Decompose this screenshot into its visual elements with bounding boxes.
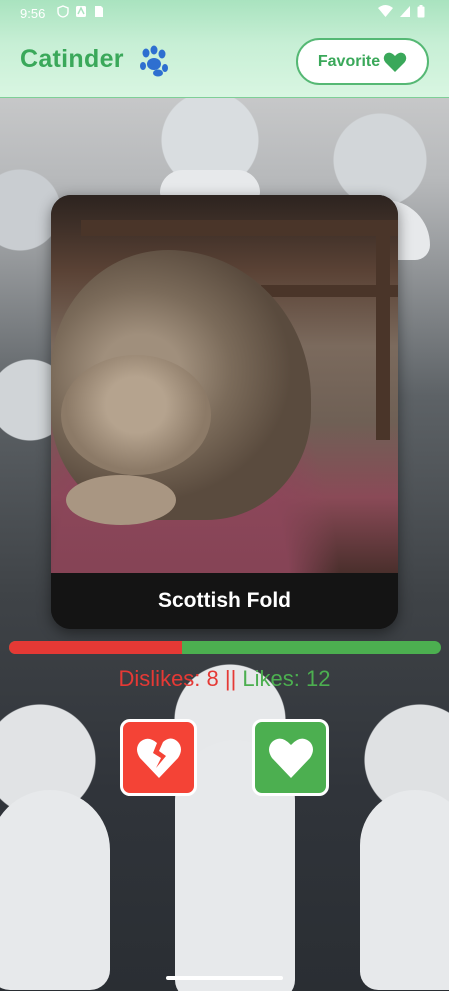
system-icons (378, 5, 425, 18)
cat-photo (51, 195, 398, 573)
like-ratio-bar (9, 641, 441, 654)
heart-icon (268, 738, 313, 778)
dislike-ratio-fill (9, 641, 182, 654)
shield-icon (57, 5, 69, 18)
like-button[interactable] (252, 719, 329, 796)
broken-heart-icon (136, 738, 181, 778)
favorite-button-label: Favorite (317, 52, 381, 70)
status-bar: 9:56 (0, 0, 449, 26)
dislikes-count: Dislikes: 8 (118, 666, 219, 691)
notification-icons (57, 5, 105, 18)
app-title: Catinder (20, 45, 124, 73)
wifi-icon (378, 5, 393, 17)
breed-name: Scottish Fold (51, 573, 398, 629)
count-separator: || (218, 666, 243, 691)
signal-icon (400, 6, 410, 17)
app-header: 9:56 Catinder Favorite (0, 0, 449, 98)
heart-icon (383, 52, 407, 72)
status-time: 9:56 (20, 6, 46, 21)
dislike-button[interactable] (120, 719, 197, 796)
vote-counts: Dislikes: 8 || Likes: 12 (0, 666, 449, 692)
app-notification-icon (76, 6, 86, 17)
cat-card[interactable]: Scottish Fold (51, 195, 398, 629)
sim-card-icon (95, 6, 103, 17)
home-indicator[interactable] (166, 976, 283, 980)
battery-icon (417, 5, 425, 18)
paw-icon (140, 45, 168, 77)
favorite-button[interactable]: Favorite (296, 38, 429, 85)
likes-count: Likes: 12 (242, 666, 331, 691)
